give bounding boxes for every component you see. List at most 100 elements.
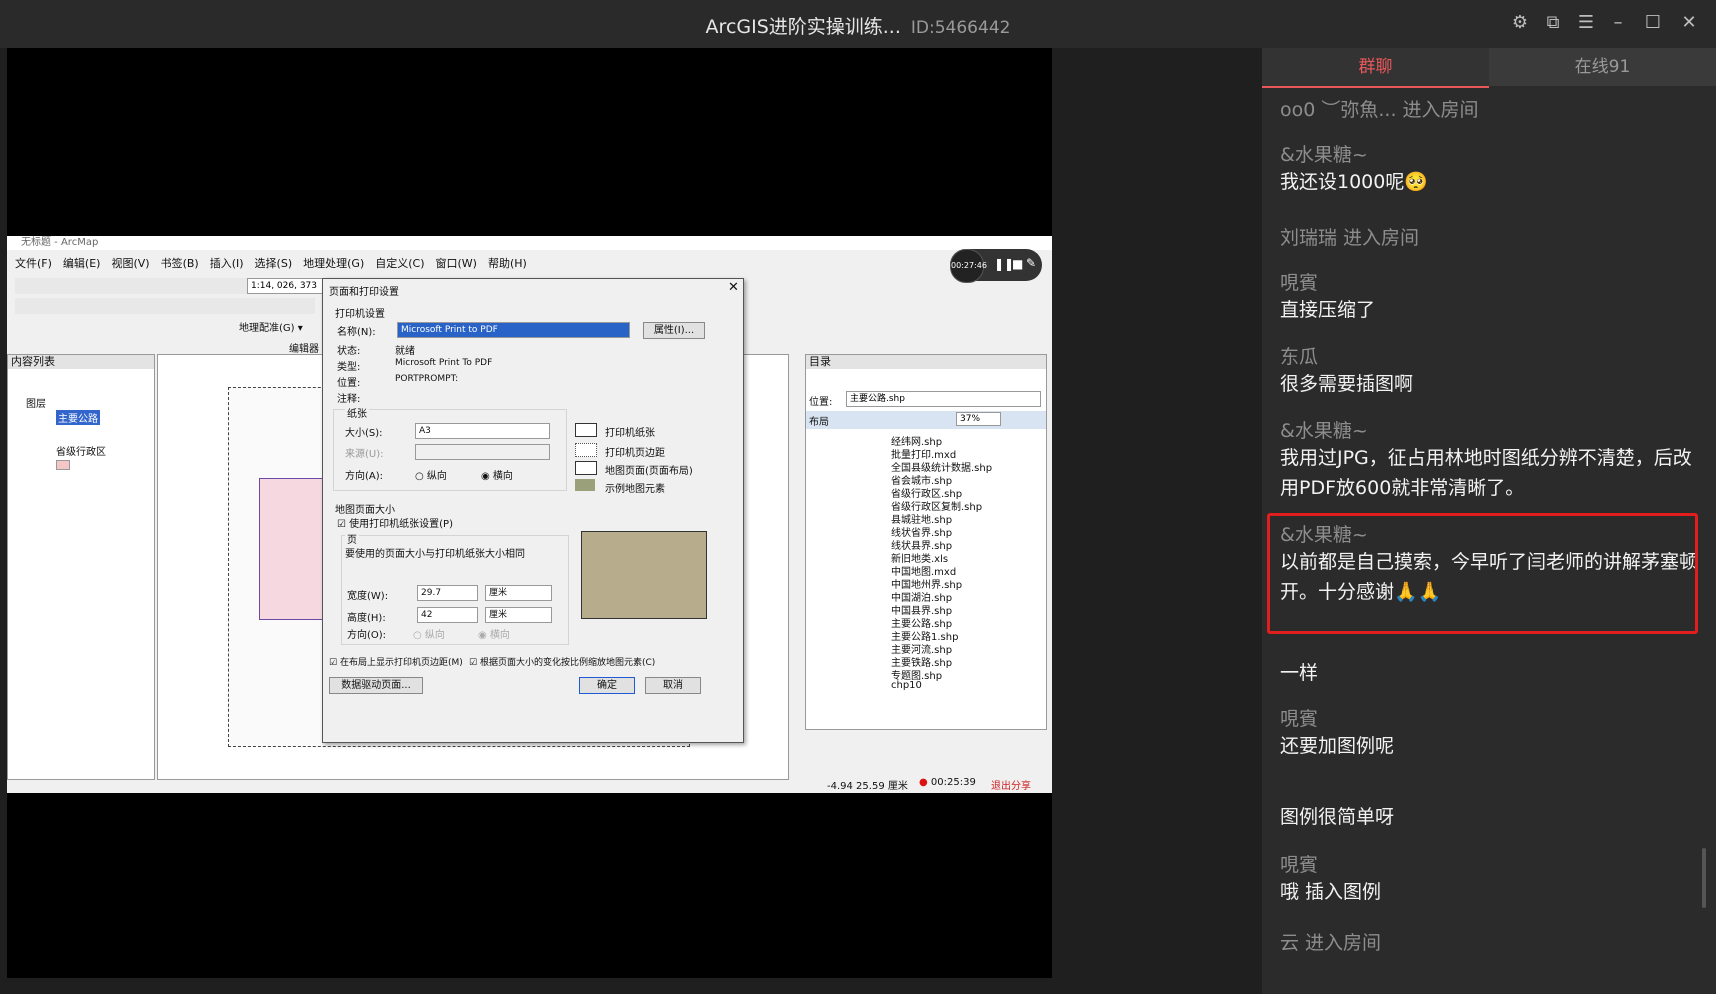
- message-nick[interactable]: 东瓜: [1280, 342, 1705, 369]
- maximize-icon[interactable]: ☐: [1642, 12, 1664, 34]
- menu-edit[interactable]: 编辑(E): [63, 257, 101, 270]
- use-printer-checkbox[interactable]: ☑ 使用打印机纸张设置(P): [337, 515, 453, 530]
- message-nick[interactable]: 哯賓: [1280, 704, 1705, 731]
- paper-size-select[interactable]: A3: [415, 423, 550, 439]
- close-icon[interactable]: ✕: [1678, 12, 1700, 34]
- tab-group-chat[interactable]: 群聊: [1262, 48, 1489, 88]
- data-driven-button[interactable]: 数据驱动页面...: [329, 677, 423, 694]
- name-label: 名称(N):: [337, 327, 376, 338]
- height-label: 高度(H):: [347, 613, 386, 624]
- message-nick[interactable]: &水果糖~: [1280, 416, 1705, 443]
- editor-menu[interactable]: 编辑器: [289, 340, 319, 355]
- stop-icon[interactable]: ■: [1012, 257, 1023, 271]
- catalog-file[interactable]: 中国县界.shp: [891, 602, 1041, 617]
- menu-insert[interactable]: 插入(I): [210, 257, 244, 270]
- catalog-file[interactable]: 中国地州界.shp: [891, 576, 1041, 591]
- chat-scrollbar[interactable]: [1702, 848, 1706, 908]
- chat-message: 东瓜 很多需要插图啊: [1280, 342, 1705, 399]
- menu-window[interactable]: 窗口(W): [436, 257, 477, 270]
- catalog-file[interactable]: 中国地图.mxd: [891, 563, 1041, 578]
- map-page-group-label: 地图页面大小: [335, 505, 395, 516]
- catalog-file[interactable]: 新旧地类.xls: [891, 550, 1041, 565]
- system-message: 刘瑞瑞 进入房间: [1280, 227, 1420, 249]
- menu-icon[interactable]: ☰: [1575, 12, 1597, 34]
- message-nick[interactable]: &水果糖~: [1280, 140, 1705, 167]
- scale-field[interactable]: 1:14, 026, 373: [247, 278, 327, 294]
- printer-name-select[interactable]: Microsoft Print to PDF: [397, 322, 630, 338]
- minimize-icon[interactable]: –: [1607, 12, 1629, 34]
- properties-button[interactable]: 属性(I)...: [643, 322, 705, 339]
- catalog-file[interactable]: 省级行政区复制.shp: [891, 498, 1041, 513]
- catalog-file[interactable]: 批量打印.mxd: [891, 446, 1041, 461]
- orient2-label: 方向(O):: [347, 630, 387, 641]
- printer-paper-swatch: [575, 423, 597, 437]
- catalog-file[interactable]: 主要公路1.shp: [891, 628, 1041, 643]
- tab-online[interactable]: 在线91: [1489, 48, 1716, 86]
- menu-geoprocessing[interactable]: 地理处理(G): [303, 257, 364, 270]
- layout-toolbar: 布局 37%: [806, 411, 1046, 429]
- width-field[interactable]: 29.7: [417, 585, 478, 601]
- chat-message: 哯賓 直接压缩了: [1280, 268, 1705, 325]
- settings-icon[interactable]: ⚙: [1509, 12, 1531, 34]
- catalog-file[interactable]: 全国县级统计数据.shp: [891, 459, 1041, 474]
- menu-customize[interactable]: 自定义(C): [375, 257, 424, 270]
- catalog-file[interactable]: 经纬网.shp: [891, 433, 1041, 448]
- catalog-file[interactable]: 主要铁路.shp: [891, 654, 1041, 669]
- page-desc: 要使用的页面大小与打印机纸张大小相同: [345, 549, 525, 560]
- portrait-radio[interactable]: ○ 纵向: [415, 467, 447, 482]
- catalog-location-field[interactable]: 主要公路.shp: [846, 391, 1041, 407]
- cancel-button[interactable]: 取消: [645, 677, 701, 694]
- menu-bookmarks[interactable]: 书签(B): [161, 257, 199, 270]
- sample-swatch: [575, 479, 595, 491]
- show-margins-checkbox[interactable]: ☑ 在布局上显示打印机页边距(M): [329, 655, 463, 668]
- scale-elements-checkbox[interactable]: ☑ 根据页面大小的变化按比例缩放地图元素(C): [469, 655, 655, 668]
- toc-layer-roads[interactable]: 主要公路: [56, 410, 100, 425]
- height-field[interactable]: 42: [417, 607, 478, 623]
- catalog-file[interactable]: chp10: [891, 680, 1041, 693]
- preview-image: [581, 531, 707, 619]
- catalog-file[interactable]: 专题图.shp: [891, 667, 1041, 682]
- legend-sample: 示例地图元素: [605, 484, 665, 495]
- orient-label: 方向(A):: [345, 471, 384, 482]
- menu-help[interactable]: 帮助(H): [488, 257, 527, 270]
- catalog-file[interactable]: 中国湖泊.shp: [891, 589, 1041, 604]
- title-bar: ArcGIS进阶实操训练... ID:5466442 ⚙ ⧉ ☰ – ☐ ✕: [0, 0, 1716, 48]
- chat-message: 图例很简单呀: [1280, 802, 1705, 832]
- landscape-radio[interactable]: ◉ 横向: [481, 467, 513, 482]
- catalog-file[interactable]: 主要公路.shp: [891, 615, 1041, 630]
- page-print-dialog: 页面和打印设置 ✕ 打印机设置 名称(N): Microsoft Print t…: [322, 278, 744, 743]
- map-page-swatch: [575, 461, 597, 475]
- paper-source-select[interactable]: [415, 444, 550, 460]
- landscape2-radio[interactable]: ◉ 横向: [478, 626, 510, 641]
- portrait2-label: 纵向: [424, 630, 445, 641]
- highlight-box: [1267, 513, 1698, 634]
- exit-share-button[interactable]: 退出分享: [991, 777, 1031, 792]
- pen-icon[interactable]: ✎: [1026, 256, 1036, 270]
- ok-button[interactable]: 确定: [579, 677, 635, 694]
- catalog-file[interactable]: 线状省界.shp: [891, 524, 1041, 539]
- dialog-close-icon[interactable]: ✕: [728, 280, 739, 295]
- show-margins-label: 在布局上显示打印机页边距(M): [339, 658, 463, 668]
- menu-select[interactable]: 选择(S): [255, 257, 293, 270]
- catalog-file[interactable]: 线状县界.shp: [891, 537, 1041, 552]
- width-label: 宽度(W):: [347, 591, 389, 602]
- toc-layers[interactable]: 图层: [26, 395, 46, 410]
- height-unit-select[interactable]: 厘米: [485, 607, 552, 623]
- legend-printer-margin: 打印机页边距: [605, 448, 665, 459]
- toc-title: 内容列表: [8, 355, 154, 369]
- zoom-field[interactable]: 37%: [956, 412, 1001, 426]
- message-nick[interactable]: 哯賓: [1280, 850, 1705, 877]
- message-nick[interactable]: 哯賓: [1280, 268, 1705, 295]
- toc-panel: 内容列表 图层 主要公路 省级行政区: [7, 354, 155, 780]
- portrait2-radio[interactable]: ○ 纵向: [413, 626, 445, 641]
- arcmap-menu: 文件(F) 编辑(E) 视图(V) 书签(B) 插入(I) 选择(S) 地理处理(G) 自定义…: [7, 254, 1052, 274]
- width-unit-select[interactable]: 厘米: [485, 585, 552, 601]
- catalog-location-label: 位置:: [809, 397, 833, 408]
- menu-view[interactable]: 视图(V): [111, 257, 149, 270]
- catalog-file[interactable]: 主要河流.shp: [891, 641, 1041, 656]
- popout-icon[interactable]: ⧉: [1542, 12, 1564, 34]
- menu-file[interactable]: 文件(F): [15, 257, 52, 270]
- georef-menu[interactable]: 地理配准(G) ▾: [239, 319, 303, 334]
- toc-layer-provinces[interactable]: 省级行政区: [56, 443, 106, 458]
- catalog-file[interactable]: 省级行政区.shp: [891, 485, 1041, 500]
